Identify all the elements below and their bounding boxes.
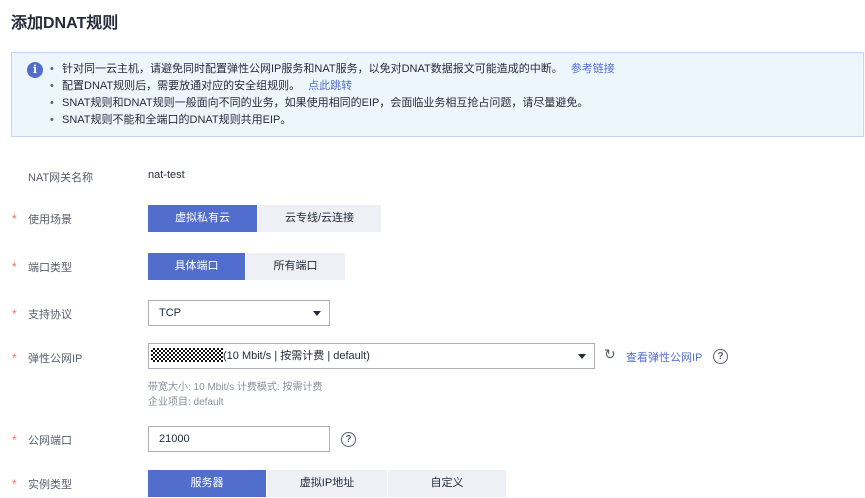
instance-type-row: * 实例类型 服务器 虚拟IP地址 自定义 [0,470,865,498]
protocol-value: TCP [159,307,181,319]
required-mark: * [12,351,17,365]
notice-item: 针对同一云主机，请避免同时配置弹性公网IP服务和NAT服务，以免对DNAT数据报… [50,61,615,78]
redacted-ip-image [151,348,223,362]
instance-type-option-vip[interactable]: 虚拟IP地址 [267,470,388,497]
scenario-row: * 使用场景 虚拟私有云 云专线/云连接 [0,205,865,235]
eip-row: * 弹性公网IP (10 Mbit/s | 按需计费 | default) ↻ … [0,343,865,413]
instance-type-segmented: 服务器 虚拟IP地址 自定义 [148,470,507,497]
view-eip-link[interactable]: 查看弹性公网IP [626,349,702,365]
port-type-option-specific[interactable]: 具体端口 [148,253,246,280]
nat-gateway-value: nat-test [148,169,185,181]
protocol-select[interactable]: TCP [148,300,330,326]
required-mark: * [12,477,17,491]
notice-list: 针对同一云主机，请避免同时配置弹性公网IP服务和NAT服务，以免对DNAT数据报… [50,61,615,129]
reference-link[interactable]: 参考链接 [571,63,615,75]
eip-hint-project: 企业项目: default [148,397,224,408]
instance-type-label: 实例类型 [28,479,72,491]
help-icon[interactable]: ? [341,432,356,447]
port-type-segmented: 具体端口 所有端口 [148,253,346,280]
scenario-option-dc[interactable]: 云专线/云连接 [258,205,382,232]
required-mark: * [12,212,17,226]
public-port-row: * 公网端口 21000 ? [0,426,865,456]
port-type-option-all[interactable]: 所有端口 [246,253,346,280]
public-port-input[interactable]: 21000 [148,426,330,452]
port-type-row: * 端口类型 具体端口 所有端口 [0,253,865,283]
notice-item: 配置DNAT规则后，需要放通对应的安全组规则。点此跳转 [50,78,615,95]
chevron-down-icon [578,354,586,359]
protocol-label: 支持协议 [28,309,72,321]
eip-value: (10 Mbit/s | 按需计费 | default) [223,350,370,362]
notice-panel: i 针对同一云主机，请避免同时配置弹性公网IP服务和NAT服务，以免对DNAT数… [11,52,864,137]
eip-select[interactable]: (10 Mbit/s | 按需计费 | default) [148,343,595,369]
required-mark: * [12,307,17,321]
nat-gateway-label: NAT网关名称 [28,172,94,184]
chevron-down-icon [313,311,321,316]
instance-type-option-custom[interactable]: 自定义 [388,470,507,497]
required-mark: * [12,260,17,274]
eip-hint-bandwidth: 带宽大小: 10 Mbit/s 计费模式: 按需计费 [148,382,323,393]
info-icon: i [27,62,43,78]
security-group-link[interactable]: 点此跳转 [308,80,352,92]
protocol-row: * 支持协议 TCP [0,300,865,330]
help-icon[interactable]: ? [713,349,728,364]
notice-item: SNAT规则不能和全端口的DNAT规则共用EIP。 [50,112,615,129]
eip-label: 弹性公网IP [28,353,83,365]
public-port-label: 公网端口 [28,435,72,447]
nat-gateway-row: NAT网关名称 nat-test [0,166,865,196]
scenario-segmented: 虚拟私有云 云专线/云连接 [148,205,382,232]
page-title: 添加DNAT规则 [11,15,119,32]
required-mark: * [12,433,17,447]
port-type-label: 端口类型 [28,262,72,274]
scenario-option-vpc[interactable]: 虚拟私有云 [148,205,258,232]
scenario-label: 使用场景 [28,214,72,226]
refresh-icon[interactable]: ↻ [604,346,616,363]
notice-item: SNAT规则和DNAT规则一般面向不同的业务，如果使用相同的EIP，会面临业务相… [50,95,615,112]
instance-type-option-server[interactable]: 服务器 [148,470,267,497]
